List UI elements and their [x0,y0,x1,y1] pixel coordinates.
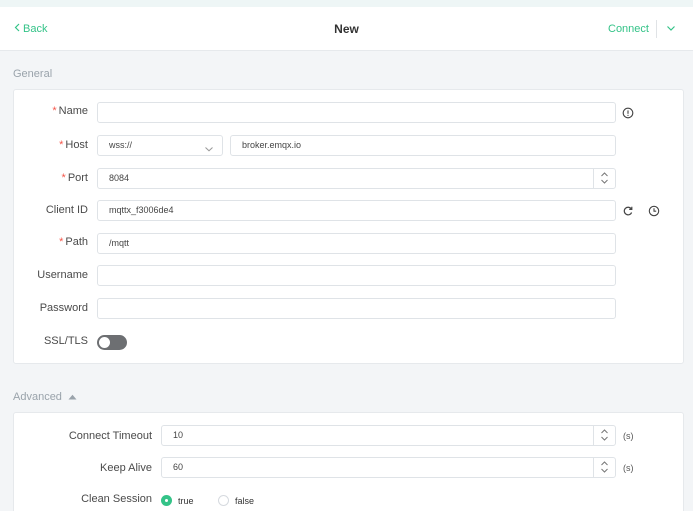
client-id-label: Client ID [45,204,88,216]
refresh-icon[interactable] [622,205,634,217]
keep-alive-value: 60 [173,462,184,472]
password-label: Password [39,302,88,314]
connect-timeout-input[interactable]: 10 [161,425,616,446]
connect-timeout-stepper[interactable] [593,426,615,445]
path-label: * Path [59,236,88,248]
keep-alive-label: Keep Alive [100,462,152,474]
clean-session-true-radio[interactable] [161,495,172,506]
clean-session-false-label[interactable]: false [235,496,254,506]
port-input[interactable]: 8084 [97,168,616,189]
port-label: * Port [61,172,88,184]
chevron-down-icon [204,141,214,160]
header-divider [656,20,657,38]
clean-session-true-label[interactable]: true [178,496,194,506]
protocol-value: wss:// [109,140,133,150]
username-input[interactable] [97,265,616,286]
keep-alive-unit: (s) [623,463,634,473]
protocol-select[interactable]: wss:// [97,135,223,156]
host-input[interactable]: broker.emqx.io [230,135,616,156]
host-label: * Host [59,139,88,151]
connect-button[interactable]: Connect [608,23,649,35]
ssl-tls-label: SSL/TLS [43,335,88,347]
connect-timeout-unit: (s) [623,431,634,441]
clean-session-label: Clean Session [81,493,152,505]
advanced-section-title: Advanced [13,391,62,403]
info-icon[interactable] [622,107,634,119]
connect-timeout-value: 10 [173,430,184,440]
toggle-knob [99,337,110,348]
keep-alive-input[interactable]: 60 [161,457,616,478]
client-id-input[interactable]: mqttx_f3006de4 [97,200,616,221]
page-title: New [334,22,359,36]
path-input[interactable]: /mqtt [97,233,616,254]
port-stepper[interactable] [593,169,615,188]
username-label: Username [37,269,88,281]
general-section-title: General [13,68,53,80]
top-strip [0,0,693,7]
name-label: * Name [52,105,88,117]
header-bar: Back New Connect [0,7,693,51]
caret-up-icon [68,391,77,403]
password-input[interactable] [97,298,616,319]
clock-icon[interactable] [648,205,660,217]
chevron-down-icon[interactable] [664,21,678,35]
keep-alive-stepper[interactable] [593,458,615,477]
clean-session-false-radio[interactable] [218,495,229,506]
general-card [13,89,684,364]
ssl-tls-toggle[interactable] [97,335,127,350]
port-value: 8084 [109,173,130,183]
name-input[interactable] [97,102,616,123]
advanced-section-toggle[interactable]: Advanced [13,391,77,403]
connect-timeout-label: Connect Timeout [68,430,152,442]
